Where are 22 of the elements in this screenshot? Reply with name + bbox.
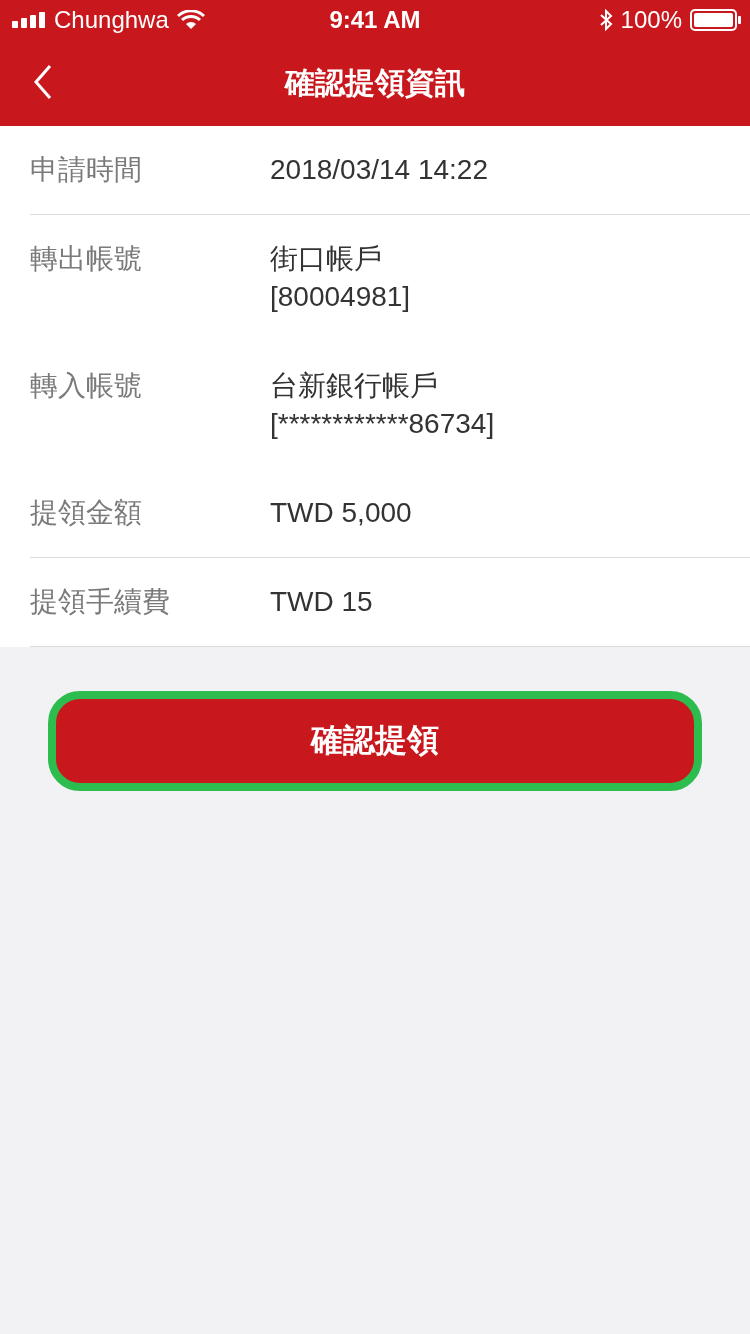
field-value: 台新銀行帳戶 [270,369,439,403]
field-label: 轉入帳號 [30,369,143,403]
field-value: TWD 5,000 [270,496,412,530]
field-label: 轉出帳號 [30,242,143,276]
field-value: 2018/03/14 14:22 [270,153,488,187]
status-time: 9:41 AM [329,6,421,34]
signal-icon [12,12,46,28]
carrier-name: Chunghwa [54,6,169,34]
battery-icon [690,9,742,31]
field-label: 提領手續費 [30,585,171,619]
battery-percent: 100% [620,6,682,34]
page-title: 確認提領資訊 [285,64,465,101]
field-label: 提領金額 [30,496,143,530]
bluetooth-icon [598,9,613,31]
wifi-icon [176,10,205,30]
field-value: [80004981] [270,280,411,314]
field-label: 申請時間 [30,153,143,187]
field-value: TWD 15 [270,585,373,619]
field-value: [************86734] [270,407,495,441]
confirm-button[interactable]: 確認提領 [48,691,702,791]
back-icon[interactable] [33,64,53,100]
field-value: 街口帳戶 [270,242,383,276]
